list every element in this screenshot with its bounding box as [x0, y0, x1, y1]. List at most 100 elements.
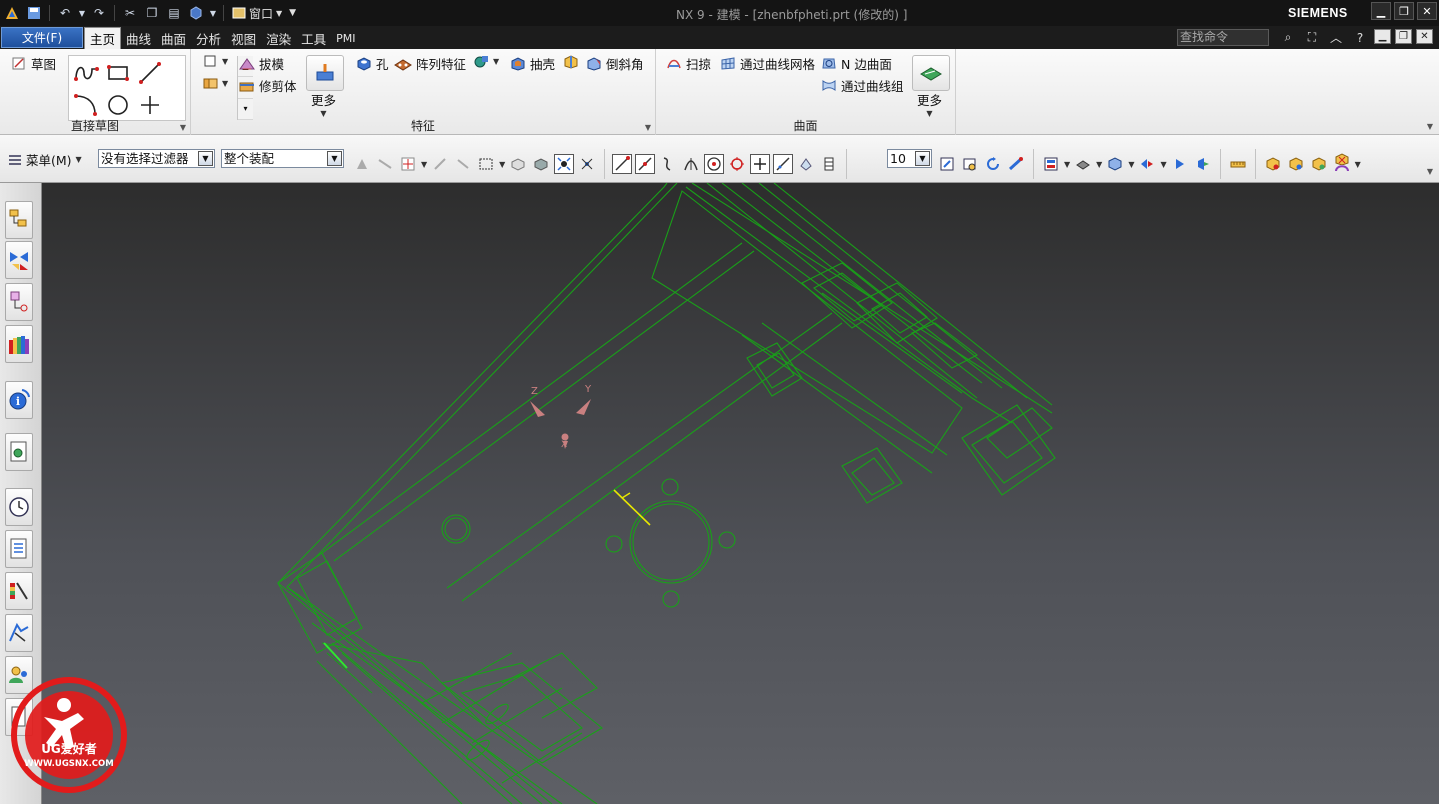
- cut-icon[interactable]: ✂: [120, 4, 140, 22]
- mid-point-icon[interactable]: [635, 154, 656, 174]
- doc-restore-button[interactable]: ❐: [1395, 29, 1412, 44]
- select-body-icon[interactable]: [508, 154, 528, 174]
- rectangle-select-icon[interactable]: [476, 154, 496, 174]
- assembly-load-icon[interactable]: [1263, 154, 1283, 174]
- process-studio-tab[interactable]: [5, 530, 33, 568]
- assembly-constraints-icon[interactable]: [1286, 154, 1306, 174]
- snap-endpoint-icon[interactable]: [554, 154, 575, 174]
- profile-icon[interactable]: [71, 58, 101, 88]
- chevron-down-icon[interactable]: ▼: [222, 79, 228, 88]
- collapse-ribbon-icon[interactable]: ︿: [1326, 29, 1346, 46]
- fullscreen-icon[interactable]: ⛶: [1302, 29, 1322, 46]
- surface-more-button[interactable]: [912, 55, 950, 91]
- repeat-dropdown-icon[interactable]: ▼: [208, 4, 218, 22]
- end-point-icon[interactable]: [612, 154, 633, 174]
- pattern-feature-button[interactable]: 阵列特征: [394, 54, 466, 73]
- extrude-button[interactable]: ▼: [203, 54, 228, 69]
- tab-analysis[interactable]: 分析: [191, 27, 226, 49]
- assembly-select-icon[interactable]: [453, 154, 473, 174]
- type-filter-select[interactable]: 没有选择过滤器 ▼: [98, 149, 215, 168]
- group-expand-icon[interactable]: ▼: [645, 123, 651, 132]
- doc-close-button[interactable]: ✕: [1416, 29, 1433, 44]
- snap-icon[interactable]: [430, 154, 450, 174]
- tab-pmi[interactable]: PMI: [331, 27, 360, 49]
- undo-dropdown-icon[interactable]: ▼: [77, 4, 87, 22]
- tab-render[interactable]: 渲染: [261, 27, 296, 49]
- select-point-icon[interactable]: [398, 154, 418, 174]
- arc-center-icon[interactable]: [704, 154, 725, 174]
- chevron-down-icon[interactable]: ▼: [915, 151, 930, 166]
- role-tab[interactable]: [5, 614, 33, 652]
- draft-button[interactable]: 拔模: [239, 54, 284, 73]
- general-selection-icon[interactable]: [352, 154, 372, 174]
- command-search-input[interactable]: 查找命令: [1177, 29, 1269, 46]
- graphics-window[interactable]: Z Y X: [42, 183, 1439, 804]
- repeat-command-icon[interactable]: [186, 4, 206, 22]
- circle-icon[interactable]: [103, 90, 133, 120]
- toolbar-options-icon[interactable]: ▼: [1427, 167, 1433, 176]
- ribbon-options-icon[interactable]: ▼: [1427, 122, 1433, 131]
- point-on-curve-icon[interactable]: [658, 154, 678, 174]
- point-icon[interactable]: [135, 90, 165, 120]
- line-icon[interactable]: [135, 58, 165, 88]
- group-expand-icon[interactable]: ▼: [180, 123, 186, 132]
- nx-logo-icon[interactable]: [2, 4, 22, 22]
- chevron-down-icon[interactable]: ▼: [1355, 160, 1361, 169]
- undo-icon[interactable]: ↶: [55, 4, 75, 22]
- unite-button[interactable]: ▼: [203, 76, 228, 90]
- chevron-down-icon[interactable]: ▼: [327, 151, 342, 166]
- feature-more-button[interactable]: [306, 55, 344, 91]
- count-select[interactable]: 10 ▼: [887, 149, 932, 168]
- selection-scope-select[interactable]: 整个装配 ▼: [221, 149, 344, 168]
- select-solid-icon[interactable]: [531, 154, 551, 174]
- edge-blend-button[interactable]: [563, 54, 579, 69]
- chevron-down-icon[interactable]: ▼: [1128, 160, 1134, 169]
- view-cube-icon[interactable]: [1105, 154, 1125, 174]
- web-browser-tab[interactable]: [5, 433, 33, 471]
- trim-body-button[interactable]: 修剪体: [239, 76, 297, 95]
- move-layer-icon[interactable]: [1193, 154, 1213, 174]
- rectangle-icon[interactable]: [103, 58, 133, 88]
- move-component-icon[interactable]: [1309, 154, 1329, 174]
- existing-point-icon[interactable]: [750, 154, 771, 174]
- chevron-down-icon[interactable]: ▼: [198, 151, 213, 166]
- chevron-down-icon[interactable]: ▼: [421, 160, 427, 169]
- paste-icon[interactable]: ▤: [164, 4, 184, 22]
- snap-all-icon[interactable]: [577, 154, 597, 174]
- save-icon[interactable]: [24, 4, 44, 22]
- feature-selection-icon[interactable]: [375, 154, 395, 174]
- through-curves-button[interactable]: 通过曲线组: [821, 76, 904, 95]
- restore-button[interactable]: ❐: [1394, 2, 1414, 20]
- render-style-icon[interactable]: [1041, 154, 1061, 174]
- combine-button[interactable]: ▼: [473, 54, 499, 69]
- quadrant-point-icon[interactable]: [727, 154, 747, 174]
- redo-icon[interactable]: ↷: [89, 4, 109, 22]
- close-button[interactable]: ✕: [1417, 2, 1437, 20]
- tab-surface[interactable]: 曲面: [156, 27, 191, 49]
- tab-view[interactable]: 视图: [226, 27, 261, 49]
- chevron-down-icon[interactable]: ▼: [222, 57, 228, 66]
- update-assembly-icon[interactable]: [1332, 149, 1352, 179]
- help-icon[interactable]: ?: [1350, 29, 1370, 46]
- zoom-icon[interactable]: [960, 154, 980, 174]
- tab-home[interactable]: 主页: [84, 27, 122, 49]
- through-curve-mesh-button[interactable]: 通过曲线网格: [720, 54, 815, 73]
- point-on-face-icon[interactable]: [773, 154, 794, 174]
- edit-section-icon[interactable]: [1137, 154, 1157, 174]
- chevron-down-icon[interactable]: ▼: [1096, 160, 1102, 169]
- chevron-down-icon[interactable]: ▼: [1064, 160, 1070, 169]
- chamfer-button[interactable]: 倒斜角: [586, 54, 644, 73]
- chevron-down-icon[interactable]: ▼: [493, 57, 499, 66]
- manufacturing-wizard-tab[interactable]: [5, 572, 33, 610]
- hole-button[interactable]: 孔: [356, 54, 389, 73]
- sweep-button[interactable]: 扫掠: [666, 54, 711, 73]
- constraint-navigator-tab[interactable]: [5, 241, 33, 279]
- file-menu-button[interactable]: 文件(F): [1, 27, 83, 48]
- assembly-navigator-tab[interactable]: [5, 201, 33, 239]
- bounded-grid-icon[interactable]: [796, 154, 816, 174]
- arc-icon[interactable]: [71, 90, 101, 120]
- rotate-icon[interactable]: [983, 154, 1003, 174]
- chevron-down-icon[interactable]: ▼: [1160, 160, 1166, 169]
- n-sided-surface-button[interactable]: N 边曲面: [821, 54, 892, 73]
- hd3d-tools-tab[interactable]: i: [5, 381, 33, 419]
